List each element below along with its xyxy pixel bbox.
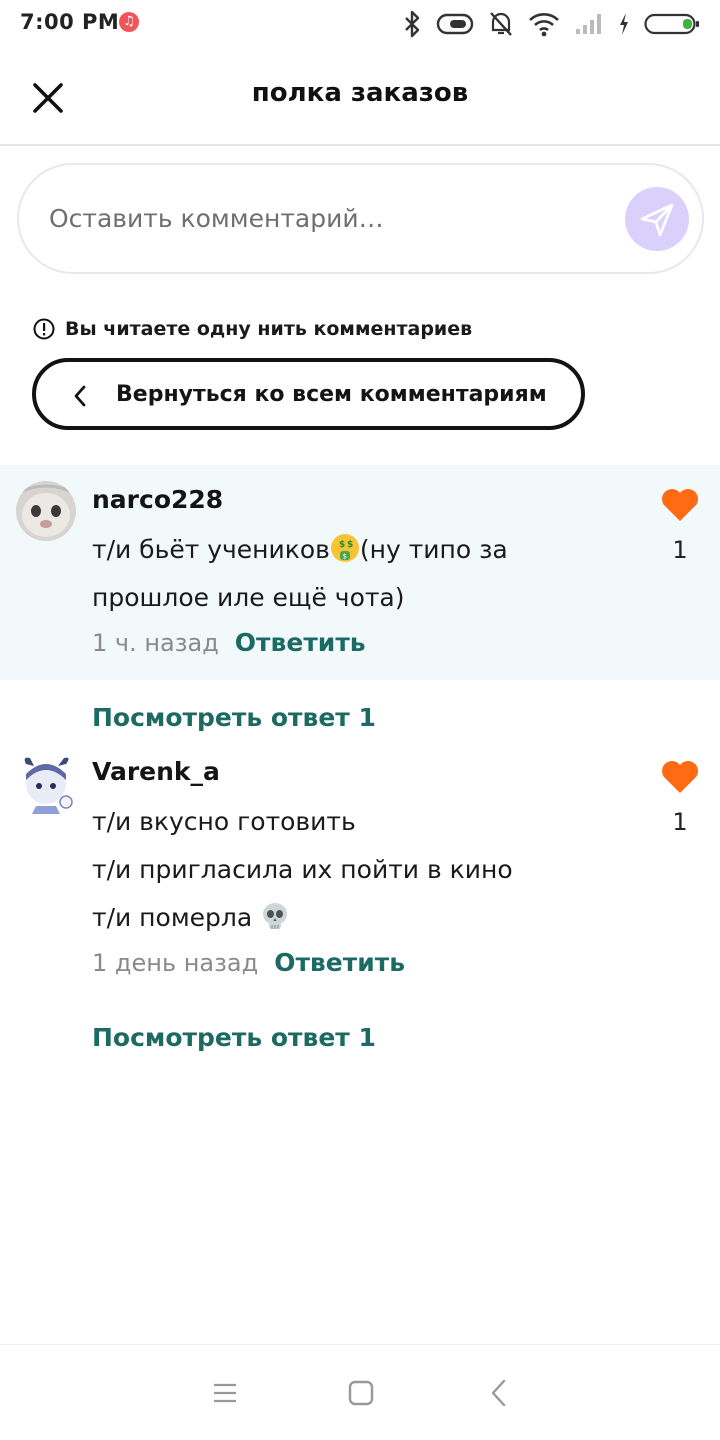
- battery-icon: [644, 13, 699, 35]
- menu-button[interactable]: [209, 1377, 241, 1409]
- like-button[interactable]: [660, 487, 700, 523]
- money-mouth-face-emoji-icon: $ $$: [330, 534, 359, 562]
- avatar[interactable]: [16, 481, 76, 541]
- info-icon: [33, 318, 55, 340]
- bluetooth-icon: [405, 10, 420, 38]
- like-button[interactable]: [660, 759, 700, 795]
- home-square-icon: [348, 1380, 374, 1406]
- avatar[interactable]: [16, 754, 76, 814]
- comment-line: прошлое иле ещё чота): [92, 583, 405, 612]
- comment-line: т/и вкусно готовить: [92, 807, 356, 836]
- header: полка заказов: [0, 48, 720, 146]
- svg-text:$: $: [339, 540, 345, 550]
- comment-meta: 1 ч. назад Ответить: [92, 628, 366, 657]
- back-arrow-icon: [491, 1379, 506, 1407]
- menu-icon: [214, 1383, 236, 1403]
- skull-emoji-icon: [263, 903, 288, 929]
- comment-line: т/и померла: [92, 894, 652, 942]
- avatar-image: [16, 481, 76, 541]
- like-count: 1: [672, 808, 688, 836]
- system-nav-bar: [0, 1344, 720, 1440]
- back-to-all-comments-button[interactable]: Вернуться ко всем комментариям: [32, 358, 585, 430]
- comment-input[interactable]: [49, 195, 609, 241]
- page-title: полка заказов: [251, 78, 469, 108]
- send-icon: [640, 203, 674, 237]
- status-icons: [402, 8, 700, 40]
- heart-icon: [662, 761, 698, 793]
- signal-icon: [576, 14, 601, 34]
- wifi-icon: [529, 13, 559, 37]
- svg-text:$: $: [342, 553, 346, 561]
- like-count: 1: [672, 536, 688, 564]
- vibrate-icon: [436, 13, 474, 35]
- comment-username[interactable]: narco228: [92, 485, 223, 514]
- send-button[interactable]: [625, 187, 689, 251]
- thread-notice-text: Вы читаете одну нить комментариев: [65, 318, 473, 340]
- comment-meta: 1 день назад Ответить: [92, 948, 405, 977]
- mute-bell-icon: [490, 12, 512, 36]
- comment-item: narco228 т/и бьёт учеников $ $ $ (ну типо за…: [0, 465, 720, 680]
- back-button[interactable]: [484, 1377, 516, 1409]
- music-notification-icon: ♫: [119, 12, 139, 32]
- back-button-label: Вернуться ко всем комментариям: [116, 382, 547, 407]
- reply-button[interactable]: Ответить: [274, 948, 405, 977]
- comment-line-text: (ну типо за: [359, 535, 508, 564]
- comment-line-text: т/и померла: [92, 903, 253, 932]
- comment-timestamp: 1 ч. назад: [92, 629, 219, 657]
- home-button[interactable]: [345, 1377, 377, 1409]
- comment-line: т/и пригласила их пойти в кино: [92, 855, 513, 884]
- svg-text:$: $: [347, 540, 353, 550]
- charging-icon: [620, 13, 628, 35]
- comment-item: Varenk_a т/и вкусно готовить т/и приглас…: [0, 740, 720, 990]
- reply-button[interactable]: Ответить: [235, 628, 366, 657]
- chevron-left-icon: [74, 385, 86, 407]
- view-replies-link[interactable]: Посмотреть ответ 1: [92, 703, 376, 732]
- comment-timestamp: 1 день назад: [92, 949, 259, 977]
- thread-notice: Вы читаете одну нить комментариев: [33, 318, 472, 340]
- comment-text: т/и бьёт учеников $ $ $ (ну типо за прошлое …: [92, 526, 652, 622]
- comment-username[interactable]: Varenk_a: [92, 757, 220, 786]
- comment-line-text: т/и бьёт учеников: [92, 535, 330, 564]
- heart-icon: [662, 489, 698, 521]
- status-time: 7:00 PM: [20, 10, 120, 34]
- status-bar: 7:00 PM ♫: [0, 0, 720, 48]
- avatar-image: [24, 757, 73, 814]
- view-replies-link[interactable]: Посмотреть ответ 1: [92, 1023, 376, 1052]
- comment-line: т/и бьёт учеников $ $ $ (ну типо за: [92, 526, 652, 574]
- comment-input-container: [17, 163, 704, 274]
- comment-text: т/и вкусно готовить т/и пригласила их по…: [92, 798, 652, 942]
